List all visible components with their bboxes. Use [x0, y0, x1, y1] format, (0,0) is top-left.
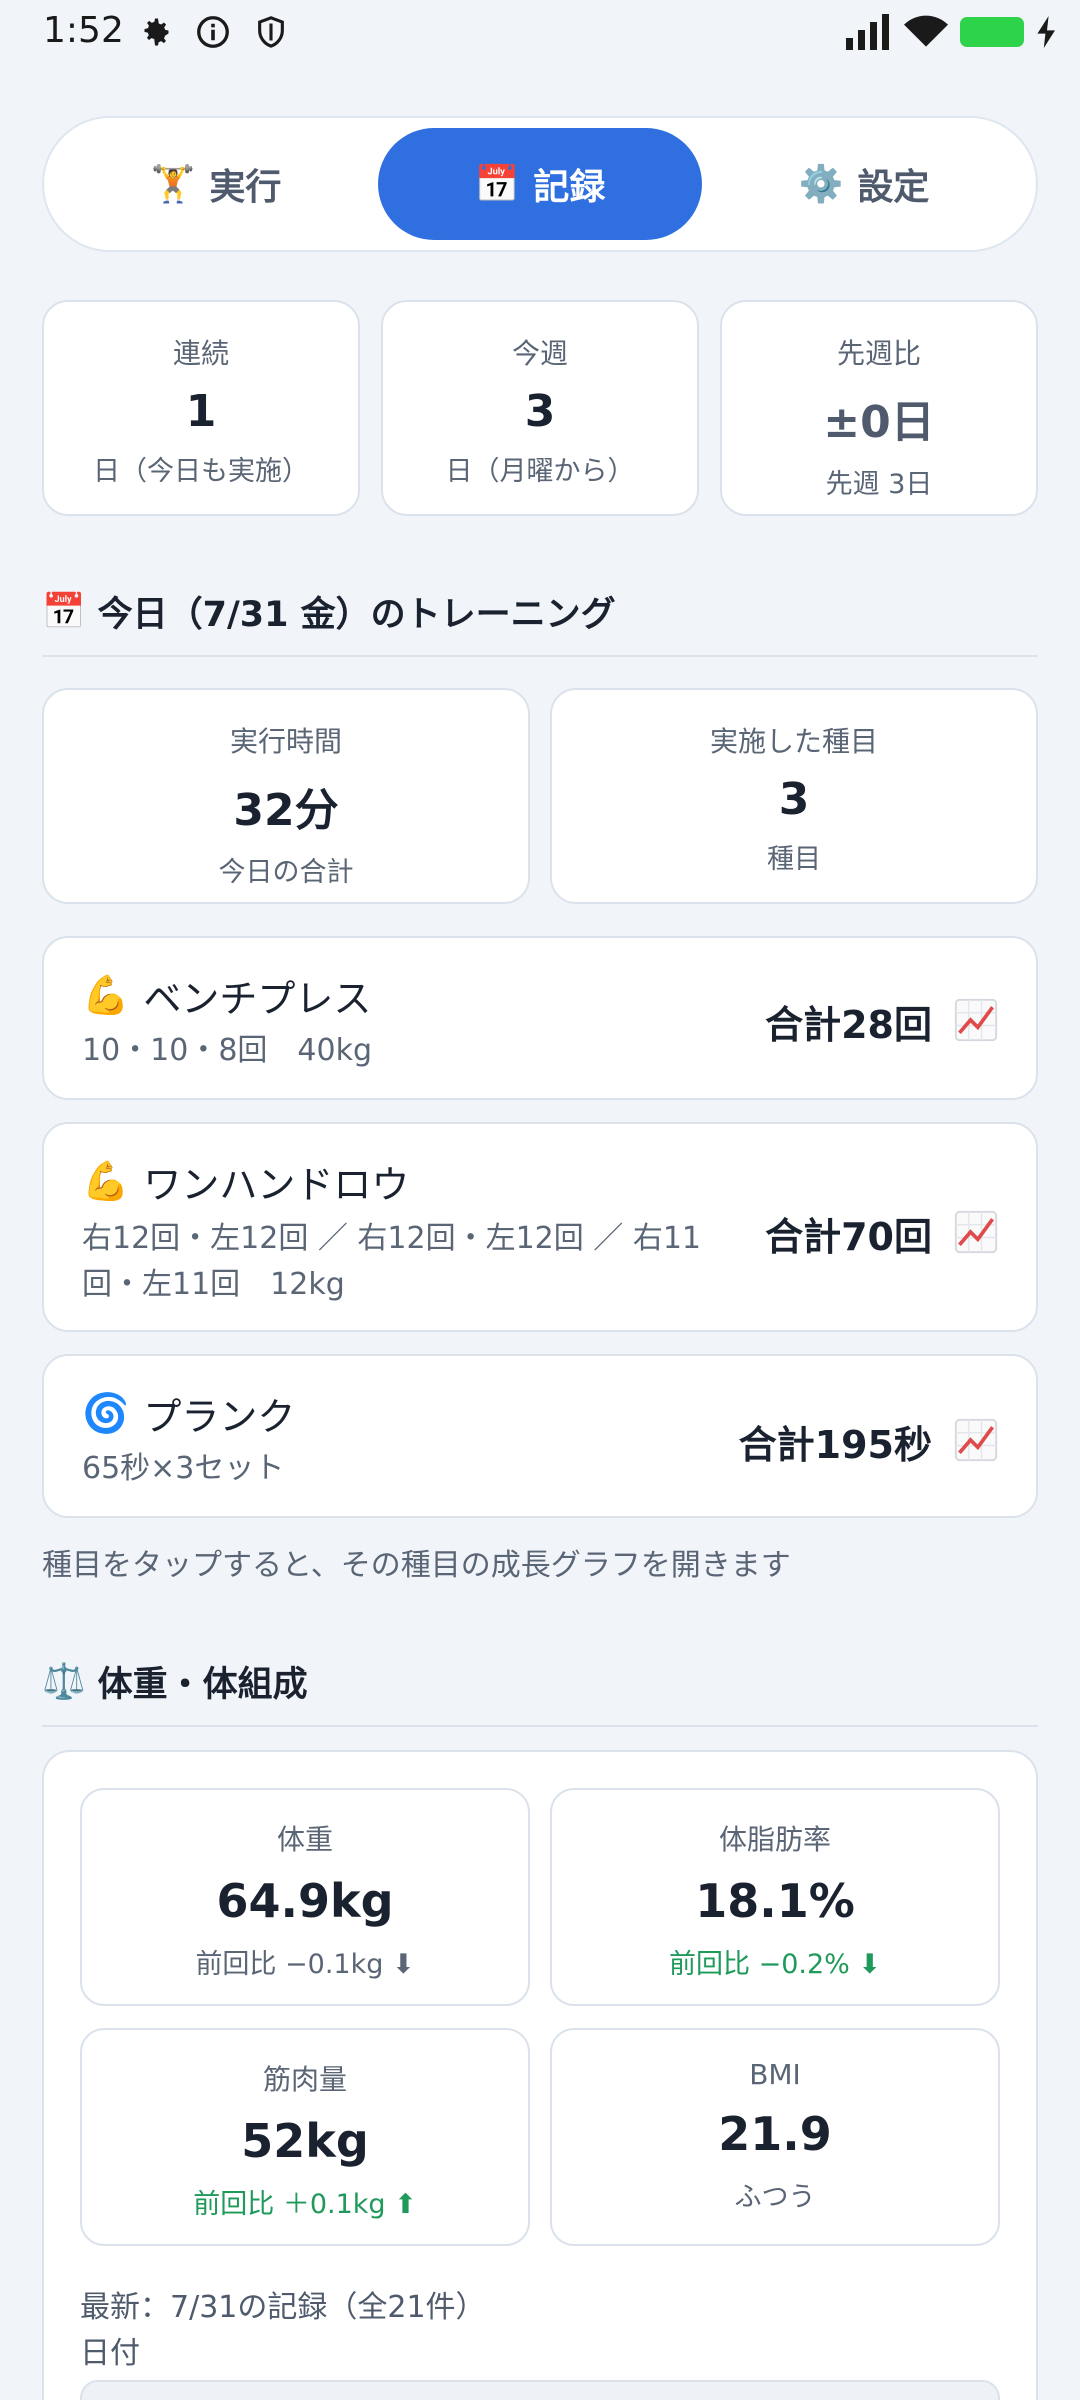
streak-label: 連続 [172, 337, 229, 370]
calendar-icon: 📅 [474, 164, 520, 205]
week-compare-card: 先週比 ±0日 先週 3日 [720, 300, 1038, 516]
tab-label: 記録 [533, 167, 606, 208]
exercise-total: 合計195秒 [738, 1423, 932, 1467]
muscle-mass-change: 前回比 ＋0.1kg ⬆ [193, 2189, 417, 2220]
status-bar: 1:52 [0, 0, 1080, 62]
cyclone-icon: 🌀 [82, 1391, 130, 1435]
flexed-biceps-icon: 💪 [82, 1159, 130, 1203]
status-time: 1:52 [43, 10, 124, 51]
exercise-name: 💪 ベンチプレス [82, 968, 371, 1023]
week-label: 今週 [511, 337, 568, 370]
tab-records[interactable]: 📅 記録 [378, 128, 702, 240]
week-sub: 日（月曜から） [445, 456, 635, 487]
exercise-detail: 65秒×3セット [82, 1451, 285, 1486]
weight-label: 体重 [276, 1823, 333, 1856]
exercise-item-bench-press[interactable]: 💪 ベンチプレス 10・10・8回 40kg 合計28回 [42, 936, 1038, 1100]
duration-value: 32分 [233, 785, 339, 836]
exercise-name-text: ベンチプレス [143, 977, 372, 1021]
duration-label: 実行時間 [229, 725, 342, 758]
main-tab-bar: 🏋 実行 📅 記録 ⚙️ 設定 [42, 116, 1038, 252]
body-fat-change: 前回比 −0.2% ⬇ [668, 1949, 881, 1980]
weight-card: 体重 64.9kg 前回比 −0.1kg ⬇ [80, 1788, 530, 2006]
date-input[interactable] [80, 2380, 1000, 2400]
exercise-count-value: 3 [778, 774, 810, 825]
exercise-total: 合計28回 [765, 1003, 932, 1047]
body-section-title: ⚖️ 体重・体組成 [42, 1656, 1038, 1727]
compare-value: ±0日 [823, 397, 935, 448]
battery-icon [960, 17, 1024, 47]
bmi-value: 21.9 [718, 2107, 832, 2161]
chart-increasing-icon [954, 1210, 998, 1254]
body-fat-card: 体脂肪率 18.1% 前回比 −0.2% ⬇ [550, 1788, 1000, 2006]
muscle-mass-label: 筋肉量 [262, 2063, 347, 2096]
shield-icon [251, 12, 291, 52]
duration-sub: 今日の合計 [218, 857, 354, 888]
bmi-category: ふつう [734, 2182, 816, 2213]
exercise-name-text: プランク [143, 1395, 296, 1439]
exercise-item-one-hand-row[interactable]: 💪 ワンハンドロウ 右12回・左12回 ／ 右12回・左12回 ／ 右11 回・… [42, 1122, 1038, 1332]
tab-run[interactable]: 🏋 実行 [54, 128, 378, 240]
bmi-card: BMI 21.9 ふつう [550, 2028, 1000, 2246]
streak-sub: 日（今日も実施） [93, 456, 309, 487]
date-field-label: 日付 [80, 2336, 140, 2371]
body-fat-label: 体脂肪率 [718, 1823, 831, 1856]
info-icon [193, 12, 233, 52]
duration-card: 実行時間 32分 今日の合計 [42, 688, 530, 904]
exercise-count-label: 実施した種目 [709, 725, 878, 758]
weight-change: 前回比 −0.1kg ⬇ [195, 1949, 415, 1980]
tab-label: 実行 [209, 167, 282, 208]
week-value: 3 [524, 386, 556, 437]
today-title-text: 今日（7/31 金）のトレーニング [97, 595, 616, 635]
streak-card: 連続 1 日（今日も実施） [42, 300, 360, 516]
weight-value: 64.9kg [216, 1874, 394, 1928]
exercise-count-card: 実施した種目 3 種目 [550, 688, 1038, 904]
scale-icon: ⚖️ [42, 1662, 86, 1702]
calendar-icon: 📅 [42, 592, 86, 632]
gear-icon: ⚙️ [798, 164, 844, 205]
muscle-mass-value: 52kg [241, 2114, 369, 2168]
compare-sub: 先週 3日 [825, 469, 933, 500]
body-fat-value: 18.1% [695, 1874, 855, 1928]
gear-icon [135, 12, 175, 52]
tab-settings[interactable]: ⚙️ 設定 [702, 128, 1026, 240]
exercise-count-sub: 種目 [767, 844, 821, 875]
exercise-total: 合計70回 [765, 1215, 932, 1259]
streak-value: 1 [185, 386, 217, 437]
exercise-detail: 右12回・左12回 ／ 右12回・左12回 ／ 右11 回・左11回 12kg [82, 1221, 702, 1302]
exercise-name: 🌀 プランク [82, 1386, 295, 1441]
muscle-mass-card: 筋肉量 52kg 前回比 ＋0.1kg ⬆ [80, 2028, 530, 2246]
chart-increasing-icon [954, 1418, 998, 1462]
exercise-hint-text: 種目をタップすると、その種目の成長グラフを開きます [42, 1548, 791, 1583]
exercise-name: 💪 ワンハンドロウ [82, 1154, 409, 1209]
weightlifter-icon: 🏋 [150, 164, 196, 205]
chart-increasing-icon [954, 998, 998, 1042]
flexed-biceps-icon: 💪 [82, 973, 130, 1017]
body-title-text: 体重・体組成 [97, 1665, 308, 1705]
wifi-icon [904, 15, 948, 47]
bmi-label: BMI [749, 2058, 801, 2091]
exercise-detail: 10・10・8回 40kg [82, 1033, 373, 1068]
compare-label: 先週比 [836, 337, 921, 370]
latest-record-text: 最新：7/31の記録（全21件） [80, 2290, 486, 2325]
today-section-title: 📅 今日（7/31 金）のトレーニング [42, 586, 1038, 657]
week-card: 今週 3 日（月曜から） [381, 300, 699, 516]
signal-icon [846, 14, 889, 50]
exercise-name-text: ワンハンドロウ [143, 1163, 410, 1207]
status-right-icons [844, 12, 1058, 52]
exercise-item-plank[interactable]: 🌀 プランク 65秒×3セット 合計195秒 [42, 1354, 1038, 1518]
tab-label: 設定 [857, 167, 930, 208]
charging-icon [1037, 16, 1055, 48]
